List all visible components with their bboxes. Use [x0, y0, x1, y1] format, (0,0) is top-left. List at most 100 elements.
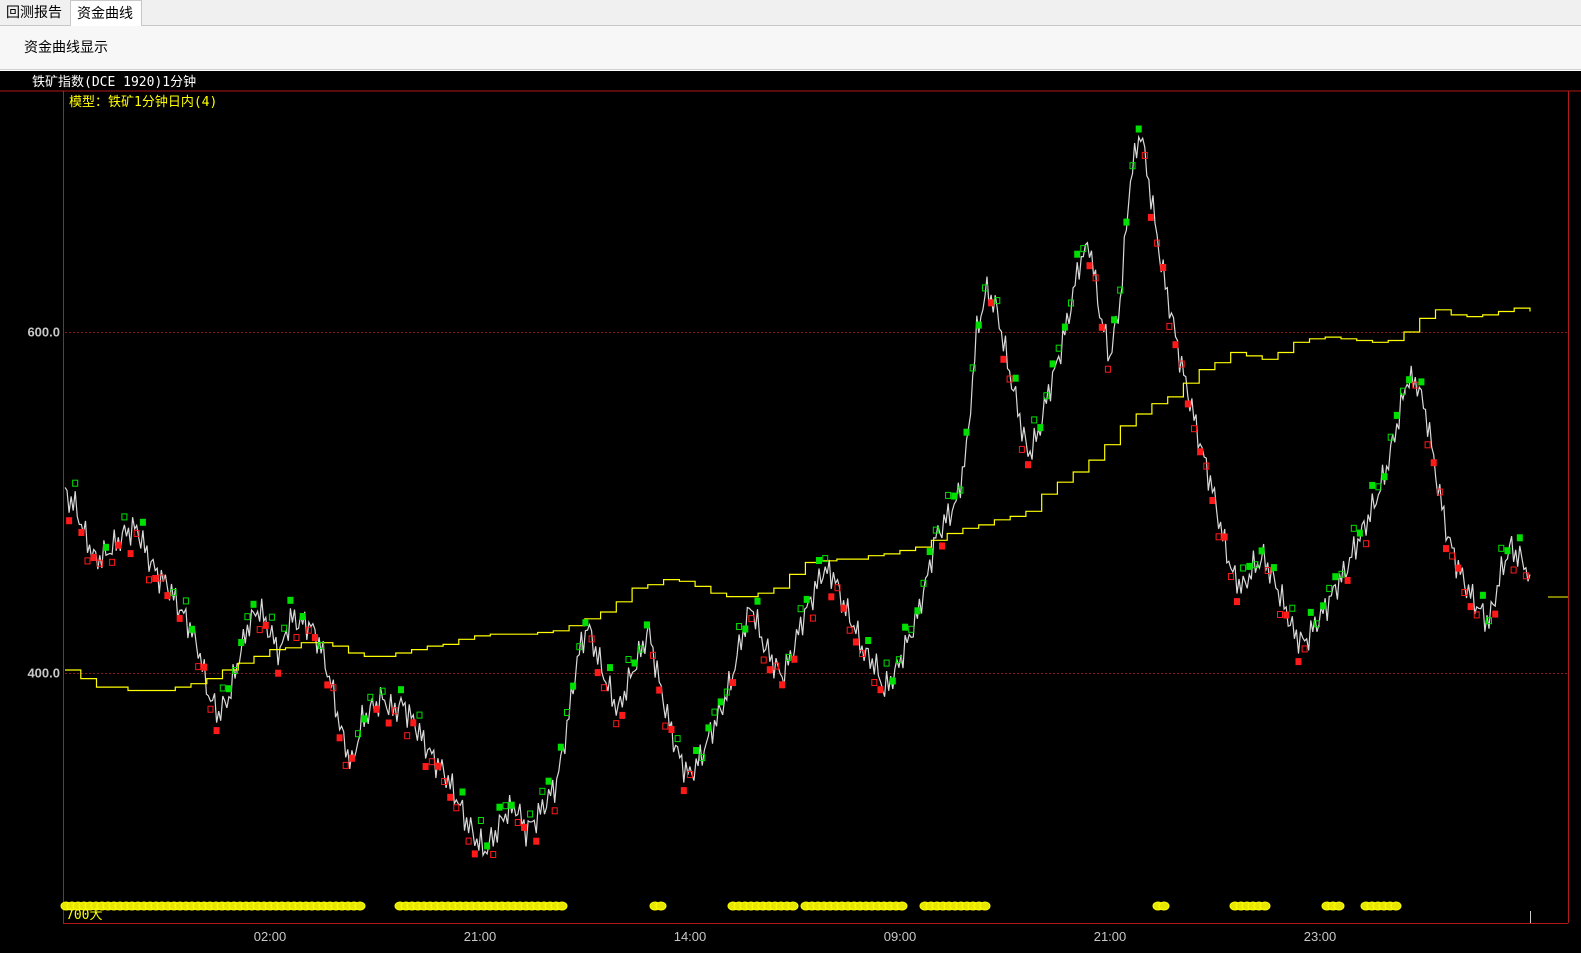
sell-marker: [1443, 545, 1449, 553]
sell-marker: [1430, 459, 1437, 467]
sell-marker: [1221, 533, 1228, 541]
price-equity-chart: 铁矿指数(DCE 1920)1分钟 模型：铁矿1分钟日内(4) 600.0 400…: [0, 71, 1581, 953]
buy-marker: [1049, 360, 1056, 368]
buy-marker: [742, 625, 749, 633]
sell-marker: [1492, 610, 1499, 618]
buy-marker: [1418, 378, 1425, 386]
sell-marker: [521, 823, 527, 831]
sell-marker: [791, 655, 798, 663]
buy-marker: [889, 677, 896, 685]
buy-marker: [1479, 591, 1486, 599]
buy-marker: [865, 637, 872, 644]
buy-marker: [508, 801, 515, 809]
sell-marker: [1197, 448, 1204, 456]
buy-marker: [1320, 602, 1327, 610]
buy-marker: [607, 664, 613, 672]
buy-marker: [1369, 481, 1376, 489]
buy-marker: [361, 715, 368, 723]
sell-marker: [66, 517, 73, 525]
sell-marker: [127, 550, 134, 558]
sell-marker: [1184, 400, 1191, 408]
buy-marker: [816, 557, 822, 564]
buy-marker: [754, 597, 761, 605]
buy-marker: [1406, 376, 1413, 384]
buy-marker: [139, 518, 146, 526]
buy-marker: [902, 623, 909, 631]
sell-marker: [152, 575, 159, 582]
buy-marker: [926, 548, 933, 556]
sell-marker: [262, 621, 269, 629]
sell-marker: [1098, 323, 1105, 331]
sell-marker: [324, 681, 331, 689]
buy-marker: [643, 621, 650, 629]
buy-marker: [1111, 316, 1118, 324]
sell-marker: [201, 663, 208, 671]
buy-marker: [225, 685, 232, 693]
buy-marker: [1258, 547, 1265, 555]
sell-marker: [656, 686, 663, 694]
buy-marker: [496, 803, 503, 811]
trade-dot: [1390, 901, 1402, 911]
buy-marker: [914, 607, 921, 615]
sell-marker: [1283, 611, 1290, 619]
sell-marker: [1086, 262, 1093, 270]
buy-marker: [570, 682, 577, 690]
sell-marker: [176, 614, 183, 622]
buy-marker: [557, 743, 564, 751]
toolbar: 资金曲线显示: [0, 26, 1581, 70]
x-tick-label: 14:00: [674, 929, 707, 944]
sell-marker: [1172, 341, 1179, 349]
trade-dot: [556, 901, 568, 911]
buy-marker: [1246, 562, 1253, 570]
sell-marker: [840, 604, 847, 612]
sell-marker: [90, 554, 97, 561]
buy-marker: [1504, 547, 1511, 555]
sell-marker: [312, 634, 318, 642]
buy-marker: [803, 595, 810, 603]
sell-marker: [447, 793, 454, 801]
chart-background: [0, 71, 1581, 953]
buy-marker: [705, 724, 712, 732]
buy-marker: [398, 686, 404, 694]
sell-marker: [1147, 213, 1154, 221]
buy-marker: [582, 619, 589, 627]
sell-marker: [594, 669, 601, 677]
x-tick-label: 23:00: [1304, 929, 1337, 944]
trade-dot: [896, 901, 908, 911]
buy-marker: [484, 842, 491, 850]
buy-marker: [1061, 323, 1068, 331]
buy-marker: [1381, 473, 1388, 481]
chart-panel: 铁矿指数(DCE 1920)1分钟 模型：铁矿1分钟日内(4) 600.0 400…: [0, 71, 1581, 953]
trade-dot: [1259, 901, 1271, 911]
buy-marker: [250, 600, 257, 608]
tab-backtest-report[interactable]: 回测报告: [0, 0, 70, 26]
sell-marker: [1160, 264, 1167, 271]
buy-marker: [287, 596, 294, 604]
sell-marker: [164, 592, 171, 600]
trade-dot: [1158, 901, 1170, 911]
buy-marker: [1356, 529, 1363, 537]
buy-marker: [1516, 534, 1523, 542]
tab-equity-curve[interactable]: 资金曲线: [70, 0, 142, 27]
instrument-title: 铁矿指数(DCE 1920)1分钟: [32, 74, 196, 90]
buy-marker: [693, 747, 700, 754]
trade-dot: [1333, 901, 1345, 911]
buy-marker: [631, 659, 638, 667]
buy-marker: [545, 777, 552, 785]
sell-marker: [434, 762, 441, 770]
sell-marker: [336, 734, 343, 742]
x-tick-label: 21:00: [1094, 929, 1127, 944]
buy-marker: [1037, 424, 1044, 432]
buy-marker: [1135, 125, 1142, 133]
sell-marker: [730, 679, 736, 687]
x-tick-label: 09:00: [884, 929, 917, 944]
buy-marker: [1332, 573, 1339, 581]
buy-marker: [1012, 374, 1019, 382]
equity-curve-display-button[interactable]: 资金曲线显示: [18, 36, 114, 58]
sell-marker: [348, 754, 355, 762]
trade-dot: [655, 901, 667, 911]
buy-marker: [1270, 564, 1277, 572]
sell-marker: [115, 541, 122, 549]
buy-marker: [459, 788, 466, 796]
y-tick-label: 600.0: [27, 325, 60, 340]
